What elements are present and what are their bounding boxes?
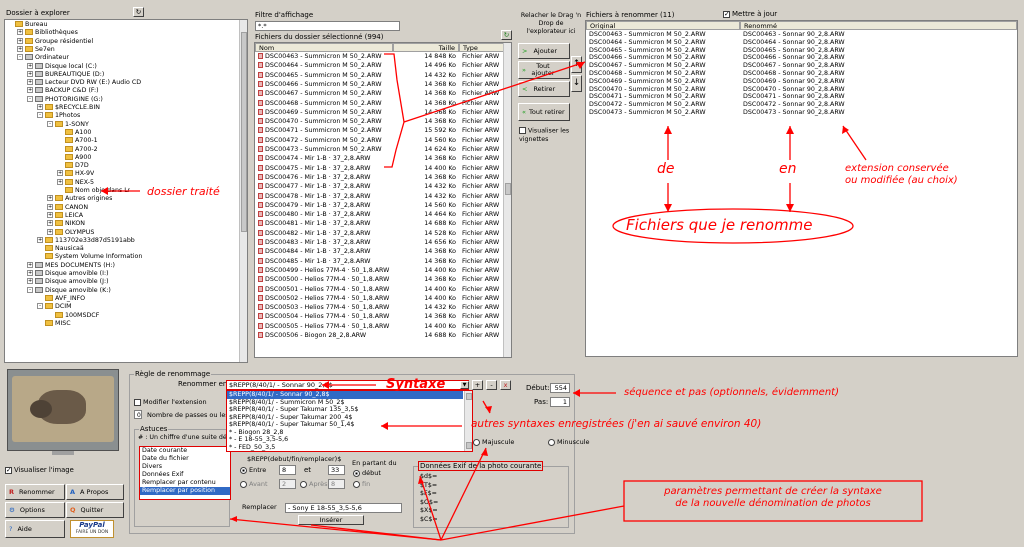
drag-arrow [403, 61, 586, 123]
annotation-dossier: dossier traité [147, 185, 220, 198]
annotation-syntaxe: Syntaxe [386, 377, 446, 392]
selection-brace [384, 53, 405, 168]
annotation-sequence: séquence et pas (optionnels, évidemment) [624, 387, 839, 398]
annotation-de: de [657, 161, 675, 177]
annotation-extension: extension conservée ou modifiée (au choi… [845, 163, 958, 186]
annotation-autres: autres syntaxes enregistrées (j'en ai sa… [471, 418, 762, 430]
annotation-overlay [101, 53, 923, 541]
annotation-params: paramètres permettant de créer la syntax… [664, 486, 882, 509]
annotation-fichiers: Fichiers que je renomme [626, 216, 813, 234]
annotation-en: en [779, 161, 797, 177]
